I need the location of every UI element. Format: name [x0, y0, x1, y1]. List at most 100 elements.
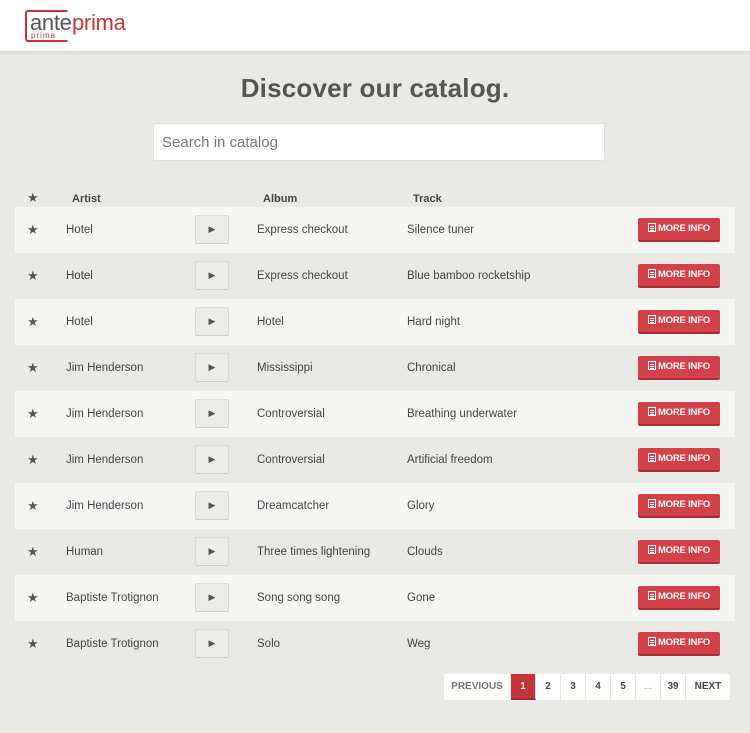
favorite-star-icon[interactable]: ★	[27, 391, 39, 437]
document-icon	[647, 637, 656, 646]
anteprima-logo[interactable]: ante prima prima	[25, 8, 133, 44]
page-number-button[interactable]: 5	[611, 674, 636, 700]
track-header: Track	[413, 193, 442, 205]
table-row: ★ Jim Henderson ▶ Dreamcatcher Glory MORE INF…	[15, 483, 735, 529]
more-info-label: MORE INFO	[657, 499, 711, 510]
play-icon: ▶	[208, 546, 216, 556]
more-info-button[interactable]: MORE INFO	[638, 586, 720, 610]
play-button[interactable]: ▶	[195, 445, 229, 474]
table-row: ★ Human ▶ Three times lightening Clouds MORE …	[15, 529, 735, 575]
album-cell: Solo	[257, 638, 281, 650]
page-number-button[interactable]: 3	[561, 674, 586, 700]
play-button[interactable]: ▶	[195, 629, 229, 658]
table-row: ★ Jim Henderson ▶ Controversial Breathing un…	[15, 391, 735, 437]
play-button[interactable]: ▶	[195, 307, 229, 336]
track-cell: Hard night	[407, 316, 461, 328]
search-input[interactable]	[153, 123, 605, 161]
table-row: ★ Jim Henderson ▶ Controversial Artificial f…	[15, 437, 735, 483]
more-info-label: MORE INFO	[657, 453, 711, 464]
play-button[interactable]: ▶	[195, 491, 229, 520]
star-column-icon: ★	[27, 190, 39, 205]
play-button[interactable]: ▶	[195, 353, 229, 382]
more-info-button[interactable]: MORE INFO	[638, 264, 720, 288]
album-cell: Controversial	[257, 408, 325, 420]
artist-cell: Human	[66, 546, 104, 558]
track-cell: Glory	[407, 500, 435, 512]
more-info-button[interactable]: MORE INFO	[638, 632, 720, 656]
track-cell: Breathing underwater	[407, 408, 517, 420]
artist-cell: Jim Henderson	[66, 454, 144, 466]
more-info-label: MORE INFO	[657, 637, 711, 648]
album-cell: Dreamcatcher	[257, 500, 330, 512]
page-number-button[interactable]: 4	[586, 674, 611, 700]
favorite-star-icon[interactable]: ★	[27, 621, 39, 667]
more-info-button[interactable]: MORE INFO	[638, 310, 720, 334]
track-cell: Silence tuner	[407, 224, 475, 236]
more-info-button[interactable]: MORE INFO	[638, 356, 720, 380]
table-row: ★ Baptiste Trotignon ▶ Song song song Gone MO…	[15, 575, 735, 621]
more-info-button[interactable]: MORE INFO	[638, 218, 720, 242]
play-button[interactable]: ▶	[195, 215, 229, 244]
page-number-button[interactable]: 1	[511, 674, 536, 700]
more-info-label: MORE INFO	[657, 361, 711, 372]
pagination: PREVIOUS 1 2 3 4 5... 39 NEXT	[444, 674, 730, 700]
more-info-button[interactable]: MORE INFO	[638, 448, 720, 472]
play-icon: ▶	[208, 362, 216, 372]
document-icon	[647, 545, 656, 554]
album-cell: Mississippi	[257, 362, 313, 374]
more-info-label: MORE INFO	[657, 223, 711, 234]
album-cell: Song song song	[257, 592, 341, 604]
page-number-button[interactable]: 2	[536, 674, 561, 700]
favorite-star-icon[interactable]: ★	[27, 207, 39, 253]
table-row: ★ Hotel ▶ Express checkout Blue bamboo rocke…	[15, 253, 735, 299]
document-icon	[647, 407, 656, 416]
play-icon: ▶	[208, 224, 216, 234]
page-number-button[interactable]: 39	[661, 674, 686, 700]
document-icon	[647, 453, 656, 462]
track-cell: Clouds	[407, 546, 443, 558]
document-icon	[647, 315, 656, 324]
more-info-label: MORE INFO	[657, 407, 711, 418]
artist-cell: Hotel	[66, 270, 93, 282]
play-button[interactable]: ▶	[195, 537, 229, 566]
favorite-star-icon[interactable]: ★	[27, 575, 39, 621]
track-cell: Chronical	[407, 362, 456, 374]
play-button[interactable]: ▶	[195, 399, 229, 428]
album-cell: Three times lightening	[257, 546, 371, 558]
logo-word-prima: prima	[72, 10, 126, 35]
favorite-star-icon[interactable]: ★	[27, 345, 39, 391]
track-cell: Weg	[407, 638, 431, 650]
document-icon	[647, 499, 656, 508]
track-cell: Blue bamboo rocketship	[407, 270, 531, 282]
catalog-table: ★ Hotel ▶ Express checkout Silence tuner MORE…	[15, 207, 735, 667]
play-button[interactable]: ▶	[195, 583, 229, 612]
more-info-label: MORE INFO	[657, 545, 711, 556]
favorite-star-icon[interactable]: ★	[27, 299, 39, 345]
play-icon: ▶	[208, 454, 216, 464]
play-icon: ▶	[208, 638, 216, 648]
logo-tag: prima	[31, 31, 57, 40]
more-info-button[interactable]: MORE INFO	[638, 402, 720, 426]
artist-cell: Baptiste Trotignon	[66, 592, 159, 604]
play-icon: ▶	[208, 270, 216, 280]
more-info-button[interactable]: MORE INFO	[638, 494, 720, 518]
favorite-star-icon[interactable]: ★	[27, 529, 39, 575]
document-icon	[647, 591, 656, 600]
more-info-label: MORE INFO	[657, 269, 711, 280]
play-icon: ▶	[208, 316, 216, 326]
artist-cell: Hotel	[66, 316, 93, 328]
track-cell: Gone	[407, 592, 436, 604]
table-row: ★ Baptiste Trotignon ▶ Solo Weg MORE INFO	[15, 621, 735, 667]
next-page-button[interactable]: NEXT	[686, 674, 730, 700]
table-row: ★ Hotel ▶ Hotel Hard night MORE INFO	[15, 299, 735, 345]
previous-page-button[interactable]: PREVIOUS	[444, 674, 511, 700]
play-icon: ▶	[208, 408, 216, 418]
page-title: Discover our catalog.	[240, 73, 510, 103]
favorite-star-icon[interactable]: ★	[27, 253, 39, 299]
favorite-star-icon[interactable]: ★	[27, 483, 39, 529]
favorite-star-icon[interactable]: ★	[27, 437, 39, 483]
more-info-button[interactable]: MORE INFO	[638, 540, 720, 564]
play-button[interactable]: ▶	[195, 261, 229, 290]
album-cell: Express checkout	[257, 270, 348, 282]
album-cell: Controversial	[257, 454, 325, 466]
